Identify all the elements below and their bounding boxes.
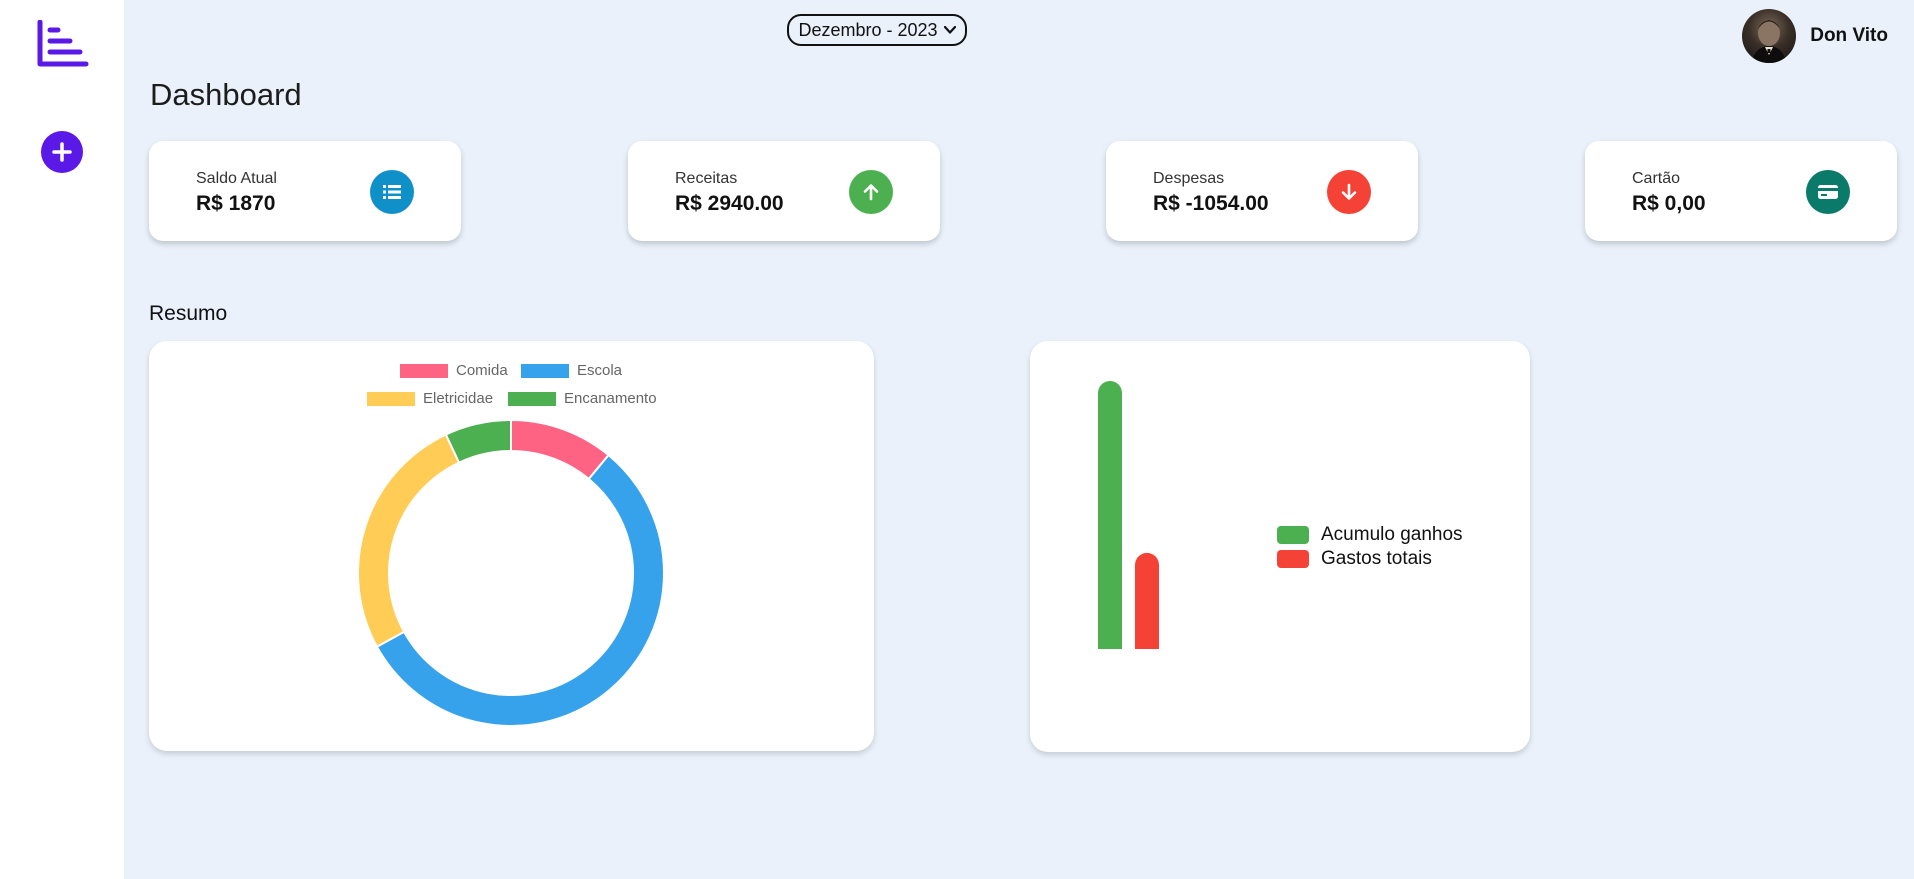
legend-label: Escola <box>577 362 623 379</box>
add-button[interactable] <box>41 131 83 173</box>
legend-label: Comida <box>456 362 508 379</box>
legend-label: Eletricidae <box>423 390 494 407</box>
user-menu[interactable]: Don Vito <box>1742 9 1888 63</box>
bar-gastos-totais[interactable] <box>1135 552 1159 649</box>
bar-chart-panel: Acumulo ganhos Gastos totais <box>1030 341 1530 752</box>
legend-item-eletricidae[interactable]: Eletricidae <box>367 390 493 407</box>
legend-label: Encanamento <box>564 390 657 407</box>
card-saldo-atual: Saldo Atual R$ 1870 <box>149 141 461 241</box>
card-receitas: Receitas R$ 2940.00 <box>628 141 940 241</box>
legend-swatch <box>1277 526 1309 544</box>
arrow-up-icon <box>849 170 893 214</box>
card-value: R$ 0,00 <box>1632 192 1706 215</box>
page-title: Dashboard <box>150 77 302 112</box>
doughnut-slice-escola[interactable] <box>375 453 665 727</box>
add-icon <box>52 142 72 162</box>
chevron-down-icon <box>943 25 956 34</box>
month-select[interactable]: Dezembro - 2023 <box>787 14 967 46</box>
arrow-down-icon <box>1327 170 1371 214</box>
card-value: R$ 1870 <box>196 192 276 215</box>
legend-item-comida[interactable]: Comida <box>400 362 508 379</box>
avatar-image <box>1752 20 1787 63</box>
card-value: R$ -1054.00 <box>1153 192 1269 215</box>
sidebar <box>0 0 124 879</box>
doughnut-slice-comida[interactable] <box>510 418 610 481</box>
bar-chart-legend: Acumulo ganhos Gastos totais <box>1277 523 1463 571</box>
user-name[interactable]: Don Vito <box>1810 25 1888 47</box>
legend-item-gastos-totais[interactable]: Gastos totais <box>1277 547 1463 571</box>
legend-swatch <box>521 363 569 378</box>
list-icon <box>370 170 414 214</box>
legend-item-encanamento[interactable]: Encanamento <box>508 390 657 407</box>
card-cartao: Cartão R$ 0,00 <box>1585 141 1897 241</box>
legend-item-acumulo-ganhos[interactable]: Acumulo ganhos <box>1277 523 1463 547</box>
legend-label: Acumulo ganhos <box>1321 524 1463 545</box>
legend-swatch <box>1277 550 1309 568</box>
card-label: Despesas <box>1153 170 1225 187</box>
card-label: Saldo Atual <box>196 170 277 187</box>
logo-icon[interactable] <box>36 20 90 68</box>
doughnut-slice-eletricidae[interactable] <box>357 433 461 649</box>
legend-swatch <box>400 363 448 378</box>
legend-label: Gastos totais <box>1321 548 1432 569</box>
legend-swatch <box>508 391 556 406</box>
legend-swatch <box>367 391 415 406</box>
doughnut-chart-panel: Comida Escola Eletricidae Encanamento <box>149 341 874 751</box>
card-value: R$ 2940.00 <box>675 192 784 215</box>
avatar[interactable] <box>1742 9 1797 63</box>
section-title: Resumo <box>149 302 228 325</box>
card-label: Receitas <box>675 170 738 187</box>
doughnut-slice-encanamento[interactable] <box>444 418 512 464</box>
card-despesas: Despesas R$ -1054.00 <box>1106 141 1418 241</box>
legend-item-escola[interactable]: Escola <box>521 362 622 379</box>
bar-acumulo-ganhos[interactable] <box>1098 381 1122 649</box>
credit-card-icon <box>1806 170 1850 214</box>
card-label: Cartão <box>1632 170 1681 187</box>
month-select-value: Dezembro - 2023 <box>798 19 938 40</box>
